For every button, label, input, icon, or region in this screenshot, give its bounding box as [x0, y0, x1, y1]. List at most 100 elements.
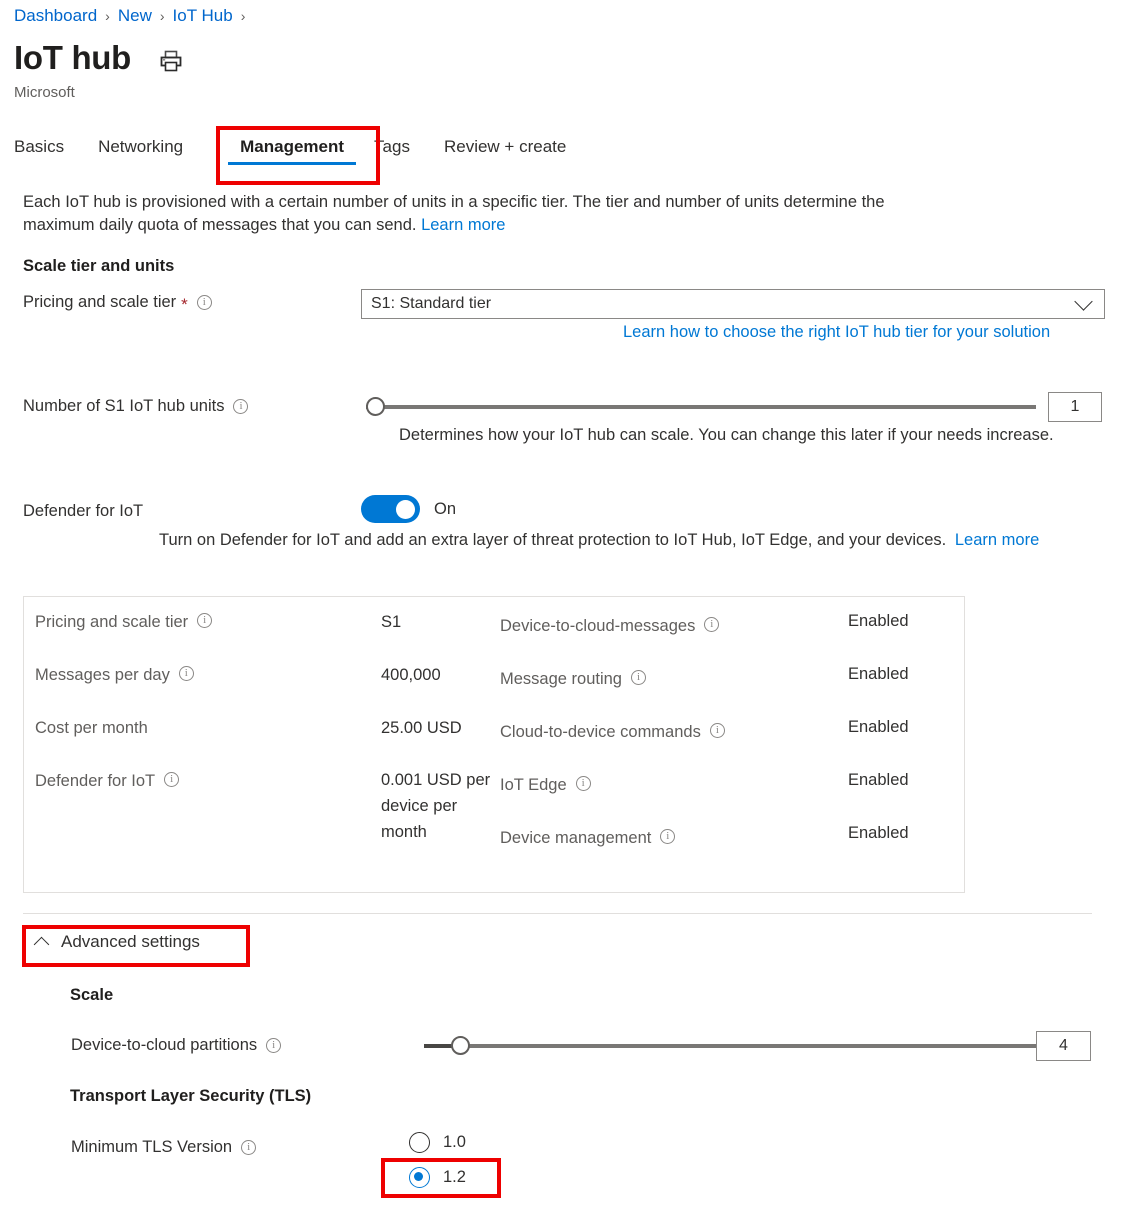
summary-right-name: IoT Edge [500, 776, 567, 795]
tab-tags-label: Tags [374, 137, 410, 156]
info-icon[interactable]: i [179, 666, 194, 681]
breadcrumb-item-iot-hub[interactable]: IoT Hub [173, 6, 233, 26]
intro-description: Each IoT hub is provisioned with a certa… [23, 191, 953, 237]
breadcrumb: Dashboard › New › IoT Hub › [14, 6, 253, 26]
defender-helper-text-body: Turn on Defender for IoT and add an extr… [159, 531, 946, 549]
tab-management-label: Management [240, 137, 344, 156]
summary-right-name: Message routing [500, 670, 622, 689]
intro-learn-more-link[interactable]: Learn more [421, 216, 505, 234]
info-icon[interactable]: i [241, 1140, 256, 1155]
min-tls-version-label: Minimum TLS Version i [71, 1138, 256, 1157]
advanced-settings-label: Advanced settings [61, 932, 200, 952]
info-icon[interactable]: i [660, 829, 675, 844]
summary-right-value: Enabled [848, 665, 909, 684]
table-row: Cost per month [35, 719, 148, 738]
printer-icon[interactable] [159, 49, 183, 73]
chevron-up-icon [34, 936, 50, 952]
summary-left-value: 25.00 USD [381, 719, 462, 738]
summary-right-name: Device-to-cloud-messages [500, 617, 695, 636]
pricing-tier-help-link[interactable]: Learn how to choose the right IoT hub ti… [623, 323, 1050, 342]
section-heading-scale-tier: Scale tier and units [23, 257, 174, 276]
partitions-label: Device-to-cloud partitions i [71, 1036, 281, 1055]
pricing-tier-select[interactable]: S1: Standard tier [361, 289, 1105, 319]
tab-basics-label: Basics [14, 137, 64, 156]
breadcrumb-item-new[interactable]: New [118, 6, 152, 26]
summary-left-name: Messages per day [35, 666, 170, 685]
units-helper-text: Determines how your IoT hub can scale. Y… [399, 426, 1054, 445]
tab-review-create[interactable]: Review + create [444, 131, 566, 167]
required-marker: * [181, 296, 188, 313]
info-icon[interactable]: i [704, 617, 719, 632]
chevron-down-icon [1074, 292, 1092, 310]
defender-label: Defender for IoT [23, 502, 143, 521]
info-icon[interactable]: i [266, 1038, 281, 1053]
info-icon[interactable]: i [631, 670, 646, 685]
section-heading-tls: Transport Layer Security (TLS) [70, 1087, 311, 1106]
tab-management[interactable]: Management [228, 131, 356, 167]
tab-review-create-label: Review + create [444, 137, 566, 156]
summary-right-value: Enabled [848, 718, 909, 737]
partitions-value-input[interactable]: 4 [1036, 1031, 1091, 1061]
summary-right-value: Enabled [848, 824, 909, 843]
breadcrumb-separator-icon: › [160, 8, 165, 24]
table-row: Defender for IoT i [35, 772, 179, 791]
publisher-label: Microsoft [14, 84, 75, 101]
summary-left-name: Pricing and scale tier [35, 613, 188, 632]
tab-networking-label: Networking [98, 137, 183, 156]
info-icon[interactable]: i [197, 613, 212, 628]
table-row: Cloud-to-device commands i [500, 723, 725, 742]
radio-button-unchecked[interactable] [409, 1132, 430, 1153]
tab-tags[interactable]: Tags [374, 131, 410, 167]
tls-option-1-2-label: 1.2 [443, 1168, 466, 1187]
tab-basics[interactable]: Basics [14, 131, 64, 167]
defender-toggle-state: On [434, 500, 456, 519]
summary-left-name: Cost per month [35, 719, 148, 738]
info-icon[interactable]: i [197, 295, 212, 310]
advanced-settings-toggle[interactable]: Advanced settings [36, 932, 200, 952]
tls-option-1-2[interactable]: 1.2 [409, 1167, 466, 1188]
tab-networking[interactable]: Networking [98, 131, 183, 167]
toggle-knob [396, 500, 415, 519]
units-value-input[interactable]: 1 [1048, 392, 1102, 422]
partitions-slider[interactable] [424, 1033, 1036, 1059]
info-icon[interactable]: i [710, 723, 725, 738]
units-label-text: Number of S1 IoT hub units [23, 397, 224, 416]
table-row: Device management i [500, 829, 675, 848]
summary-left-value: 400,000 [381, 666, 441, 685]
info-icon[interactable]: i [164, 772, 179, 787]
wizard-tabs: Basics Networking Management Tags Review… [14, 131, 566, 167]
breadcrumb-separator-icon: › [241, 8, 246, 24]
tls-option-1-0-label: 1.0 [443, 1133, 466, 1152]
defender-toggle-group: On [361, 495, 456, 523]
summary-left-value: 0.001 USD per device per month [381, 767, 491, 845]
table-row: Pricing and scale tier i [35, 613, 212, 632]
page-header: IoT hub [14, 38, 183, 78]
radio-button-checked[interactable] [409, 1167, 430, 1188]
units-slider[interactable] [366, 394, 1036, 420]
defender-learn-more-link[interactable]: Learn more [955, 531, 1039, 549]
section-heading-scale: Scale [70, 986, 113, 1005]
partitions-slider-track [424, 1044, 1036, 1048]
pricing-tier-label-text: Pricing and scale tier [23, 293, 176, 312]
pricing-tier-selected-value: S1: Standard tier [371, 295, 1077, 313]
summary-table: Pricing and scale tier i S1 Messages per… [23, 596, 965, 893]
info-icon[interactable]: i [576, 776, 591, 791]
table-row: IoT Edge i [500, 776, 591, 795]
summary-right-value: Enabled [848, 771, 909, 790]
table-row: Message routing i [500, 670, 646, 689]
partitions-slider-thumb[interactable] [451, 1036, 470, 1055]
partitions-label-text: Device-to-cloud partitions [71, 1036, 257, 1055]
units-label: Number of S1 IoT hub units i [23, 397, 248, 416]
units-slider-track [366, 405, 1036, 409]
units-slider-thumb[interactable] [366, 397, 385, 416]
min-tls-version-label-text: Minimum TLS Version [71, 1138, 232, 1157]
defender-toggle[interactable] [361, 495, 420, 523]
table-row: Messages per day i [35, 666, 194, 685]
page-title: IoT hub [14, 38, 131, 78]
summary-right-name: Device management [500, 829, 651, 848]
pricing-tier-label: Pricing and scale tier * i [23, 293, 212, 312]
tls-option-1-0[interactable]: 1.0 [409, 1132, 466, 1153]
info-icon[interactable]: i [233, 399, 248, 414]
breadcrumb-separator-icon: › [105, 8, 110, 24]
breadcrumb-item-dashboard[interactable]: Dashboard [14, 6, 97, 26]
